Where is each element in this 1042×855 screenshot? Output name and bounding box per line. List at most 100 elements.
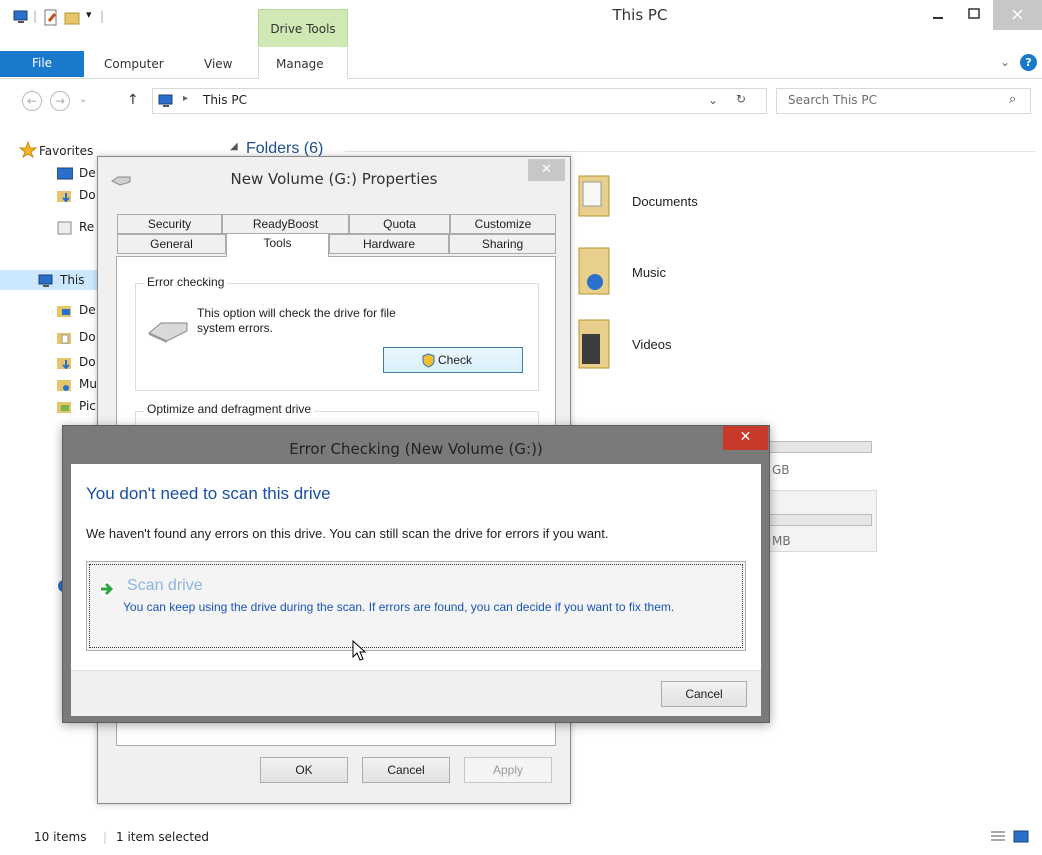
up-button[interactable]: ↑: [127, 92, 139, 108]
nav-fav-downloads[interactable]: Do: [79, 188, 96, 208]
search-box[interactable]: Search This PC ⌕: [776, 88, 1031, 114]
music-folder-icon: [57, 380, 71, 391]
videos-folder-large-icon: [578, 319, 610, 369]
downloads-folder-icon: [57, 358, 71, 370]
apply-button[interactable]: Apply: [464, 757, 552, 783]
music-folder-large-icon: [578, 247, 610, 295]
tab-tools[interactable]: Tools: [226, 233, 329, 257]
expand-ribbon-icon[interactable]: ⌄: [1000, 55, 1010, 69]
drive-tools-label: Drive Tools: [270, 22, 336, 36]
favorites-star-icon: [19, 141, 37, 158]
scan-drive-command-link[interactable]: Scan drive You can keep using the drive …: [86, 561, 746, 651]
status-bar: 10 items | 1 item selected: [0, 822, 1042, 855]
error-dialog-title: Error Checking (New Volume (G:)): [289, 440, 543, 458]
error-dialog-body: You don't need to scan this drive We hav…: [71, 464, 761, 670]
nav-fav-recent[interactable]: Re: [79, 220, 94, 240]
breadcrumb-separator: ▸: [183, 93, 189, 104]
error-checking-desc-line2: system errors.: [197, 321, 274, 335]
cancel-button[interactable]: Cancel: [362, 757, 450, 783]
close-icon: [1012, 9, 1023, 20]
maximize-button[interactable]: [957, 0, 991, 30]
large-icons-view-icon[interactable]: [1013, 830, 1029, 844]
nav-pc-documents[interactable]: Do: [79, 330, 96, 350]
help-icon[interactable]: ?: [1020, 54, 1037, 71]
error-checking-desc-line1: This option will check the drive for fil…: [197, 306, 396, 320]
tab-computer[interactable]: Computer: [104, 57, 164, 71]
details-view-icon[interactable]: [990, 830, 1006, 844]
green-arrow-icon: [100, 582, 114, 596]
tab-file[interactable]: File: [0, 51, 84, 77]
error-dialog-footer: Cancel: [71, 670, 761, 716]
error-checking-group: [135, 283, 539, 391]
tab-sharing[interactable]: Sharing: [449, 234, 556, 254]
documents-folder-icon: [57, 333, 71, 344]
desktop-icon: [57, 167, 73, 180]
maximize-icon: [968, 8, 980, 19]
refresh-icon[interactable]: ↻: [736, 92, 746, 106]
error-dialog-cancel-button[interactable]: Cancel: [661, 681, 747, 707]
this-pc-icon: [38, 274, 53, 287]
tab-hardware[interactable]: Hardware: [329, 234, 449, 254]
nav-favorites[interactable]: Favorites: [39, 144, 93, 164]
documents-folder-large-icon: [578, 175, 610, 217]
folder-videos[interactable]: Videos: [632, 337, 672, 352]
properties-title: New Volume (G:) Properties: [230, 170, 438, 188]
this-pc-icon: [158, 94, 173, 107]
properties-close-button[interactable]: ✕: [528, 159, 565, 181]
nav-pc-desktop[interactable]: De: [79, 303, 96, 323]
scan-drive-title: Scan drive: [127, 577, 203, 594]
collapse-arrow-icon[interactable]: ◢: [230, 141, 238, 152]
hard-drive-icon: [148, 322, 188, 343]
recent-places-icon: [57, 221, 72, 235]
tab-manage[interactable]: Manage: [276, 57, 324, 71]
address-dropdown-icon[interactable]: ⌄: [708, 93, 718, 107]
drive-size-fragment: MB: [772, 534, 791, 548]
minimize-button[interactable]: [921, 0, 955, 30]
back-button[interactable]: ←: [22, 91, 42, 111]
drive-usage-bar: [768, 514, 872, 526]
uac-shield-icon: [422, 353, 435, 368]
tab-view[interactable]: View: [204, 57, 232, 71]
error-checking-dialog: Error Checking (New Volume (G:)) ✕ You d…: [62, 425, 770, 723]
search-icon[interactable]: ⌕: [1009, 92, 1016, 107]
close-button[interactable]: [993, 0, 1042, 30]
check-button-label: Check: [438, 353, 473, 367]
group-divider: [345, 151, 1035, 152]
check-button[interactable]: Check: [383, 347, 523, 373]
pictures-folder-icon: [57, 402, 71, 413]
status-separator: |: [103, 830, 108, 844]
recent-locations-icon[interactable]: ⌄: [79, 94, 87, 105]
optimize-label: Optimize and defragment drive: [144, 402, 315, 416]
address-bar[interactable]: ▸ This PC ⌄ ↻: [152, 88, 767, 114]
folder-documents[interactable]: Documents: [632, 194, 698, 209]
desktop-folder-icon: [57, 306, 71, 317]
error-checking-label: Error checking: [144, 275, 228, 289]
tab-readyboost[interactable]: ReadyBoost: [222, 214, 349, 234]
minimize-icon: [933, 17, 943, 19]
mouse-cursor-icon: [352, 640, 367, 661]
breadcrumb-this-pc[interactable]: This PC: [203, 93, 247, 107]
status-selected-count: 1 item selected: [116, 830, 210, 844]
downloads-icon: [57, 191, 71, 203]
nav-pc-pictures[interactable]: Pic: [79, 399, 96, 419]
nav-pc-downloads[interactable]: Do: [79, 355, 96, 375]
scan-drive-description: You can keep using the drive during the …: [123, 600, 675, 614]
tab-general[interactable]: General: [117, 234, 226, 254]
drive-size-fragment: GB: [772, 463, 790, 477]
status-items-count: 10 items: [34, 830, 87, 844]
error-dialog-close-button[interactable]: ✕: [723, 426, 768, 450]
nav-pc-music[interactable]: Mu: [79, 377, 97, 397]
nav-fav-desktop[interactable]: De: [79, 166, 96, 186]
nav-this-pc[interactable]: This: [60, 273, 85, 293]
forward-button[interactable]: →: [50, 91, 70, 111]
window-title: This PC: [612, 6, 668, 24]
search-input[interactable]: Search This PC: [788, 93, 877, 107]
ok-button[interactable]: OK: [260, 757, 348, 783]
error-dialog-message: We haven't found any errors on this driv…: [86, 526, 609, 541]
folder-music[interactable]: Music: [632, 265, 666, 280]
tab-security[interactable]: Security: [117, 214, 222, 234]
drive-usage-bar: [760, 441, 872, 453]
properties-title-bar: New Volume (G:) Properties ✕: [98, 157, 570, 205]
tab-quota[interactable]: Quota: [349, 214, 450, 234]
tab-customize[interactable]: Customize: [450, 214, 556, 234]
